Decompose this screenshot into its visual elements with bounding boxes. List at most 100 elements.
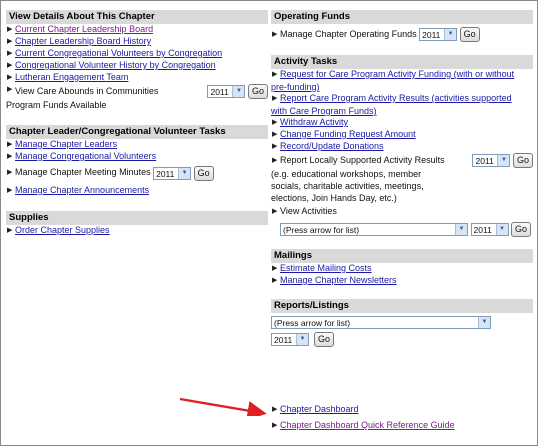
list-item-continued: pre-funding) [271, 81, 533, 93]
chapter-dashboard-link[interactable]: Chapter Dashboard [280, 404, 359, 414]
list-item: ▶ Manage Congregational Volunteers [6, 151, 268, 163]
current-volunteers-link[interactable]: Current Congregational Volunteers by Con… [15, 48, 222, 58]
triangle-right-icon: ▶ [272, 143, 278, 150]
triangle-right-icon: ▶ [272, 95, 278, 102]
volunteer-history-link[interactable]: Congregational Volunteer History by Cong… [15, 60, 216, 70]
triangle-right-icon: ▶ [7, 86, 13, 93]
list-item: ▶ Manage Chapter Leaders [6, 139, 268, 151]
chevron-down-icon: ▼ [497, 155, 510, 166]
triangle-right-icon: ▶ [272, 422, 278, 429]
chevron-down-icon: ▼ [495, 224, 508, 235]
reports-header: Reports/Listings [271, 299, 533, 313]
view-details-header: View Details About This Chapter [6, 10, 268, 24]
minutes-row: ▶ Manage Chapter Meeting Minutes 2011 ▼ G… [6, 165, 268, 181]
view-activities-go-button[interactable]: Go [511, 222, 532, 237]
view-activities-select[interactable]: (Press arrow for list) ▼ [280, 223, 468, 236]
care-abounds-go-button[interactable]: Go [247, 84, 268, 99]
manage-announcements-link[interactable]: Manage Chapter Announcements [15, 185, 149, 195]
view-activities-year-value: 2011 [473, 225, 492, 235]
manage-leaders-link[interactable]: Manage Chapter Leaders [15, 139, 117, 149]
list-item: ▶ Chapter Leadership Board History [6, 36, 268, 48]
report-results-link[interactable]: Report Care Program Activity Results (ac… [280, 93, 512, 103]
list-item: ▶ Lutheran Engagement Team [6, 72, 268, 84]
reports-year-value: 2011 [274, 335, 293, 345]
chevron-down-icon: ▼ [478, 317, 490, 328]
leadership-board-history-link[interactable]: Chapter Leadership Board History [15, 36, 151, 46]
triangle-right-icon: ▶ [7, 26, 13, 33]
care-abounds-row: ▶ View Care Abounds in Communities 2011 ▼… [6, 84, 268, 99]
list-item: ▶ Request for Care Program Activity Fundi… [271, 69, 533, 81]
manage-volunteers-link[interactable]: Manage Congregational Volunteers [15, 151, 156, 161]
list-item: ▶ Record/Update Donations [271, 141, 533, 153]
list-item: ▶ Current Congregational Volunteers by Co… [6, 48, 268, 60]
operating-funds-year-select[interactable]: 2011 ▼ [419, 28, 458, 41]
dashboard-links: ▶ Chapter Dashboard ▶ Chapter Dashboard Qu… [271, 404, 533, 432]
triangle-right-icon: ▶ [272, 208, 278, 215]
care-abounds-year-select[interactable]: 2011 ▼ [207, 85, 246, 98]
request-funding-link[interactable]: Request for Care Program Activity Fundin… [280, 69, 514, 79]
triangle-right-icon: ▶ [7, 169, 13, 176]
left-column: View Details About This Chapter ▶ Current… [6, 10, 268, 244]
reports-year-select[interactable]: 2011 ▼ [271, 333, 309, 346]
request-funding-link-cont[interactable]: pre-funding) [271, 82, 320, 92]
list-item: ▶ Current Chapter Leadership Board [6, 24, 268, 36]
withdraw-activity-link[interactable]: Withdraw Activity [280, 117, 348, 127]
local-results-go-button[interactable]: Go [512, 153, 533, 168]
triangle-right-icon: ▶ [7, 50, 13, 57]
local-results-label: Report Locally Supported Activity Result… [280, 154, 445, 165]
list-item: ▶ Manage Chapter Newsletters [271, 275, 533, 287]
minutes-go-button[interactable]: Go [193, 165, 214, 181]
estimate-mailing-link[interactable]: Estimate Mailing Costs [280, 263, 372, 273]
manage-newsletters-link[interactable]: Manage Chapter Newsletters [280, 275, 397, 285]
reports-select-value: (Press arrow for list) [274, 318, 351, 328]
report-results-link-cont[interactable]: with Care Program Funds) [271, 106, 377, 116]
reports-go-button[interactable]: Go [314, 332, 335, 347]
engagement-team-link[interactable]: Lutheran Engagement Team [15, 72, 128, 82]
mailings-header: Mailings [271, 249, 533, 263]
triangle-right-icon: ▶ [272, 119, 278, 126]
operating-funds-go-button[interactable]: Go [459, 27, 480, 42]
triangle-right-icon: ▶ [272, 71, 278, 78]
triangle-right-icon: ▶ [7, 38, 13, 45]
operating-funds-year-value: 2011 [422, 30, 441, 40]
list-item: ▶ Change Funding Request Amount [271, 129, 533, 141]
chevron-down-icon: ▼ [455, 224, 467, 235]
current-leadership-board-link[interactable]: Current Chapter Leadership Board [15, 24, 153, 34]
care-abounds-label: View Care Abounds in Communities [15, 85, 159, 96]
order-supplies-link[interactable]: Order Chapter Supplies [15, 225, 110, 235]
leader-tasks-section: Chapter Leader/Congregational Volunteer … [6, 125, 268, 197]
reports-section: Reports/Listings (Press arrow for list) ▼… [271, 299, 533, 347]
local-results-desc-3: elections, Join Hands Day, etc.) [271, 193, 397, 203]
red-arrow-icon [179, 397, 267, 416]
minutes-year-value: 2011 [156, 168, 175, 179]
list-item: ▶ Manage Chapter Announcements [6, 185, 268, 197]
list-item: ▶ Report Care Program Activity Results (a… [271, 93, 533, 105]
reports-year-row: 2011 ▼ Go [271, 332, 533, 347]
list-item: ▶ Congregational Volunteer History by Con… [6, 60, 268, 72]
triangle-right-icon: ▶ [7, 153, 13, 160]
triangle-right-icon: ▶ [7, 74, 13, 81]
minutes-year-select[interactable]: 2011 ▼ [153, 166, 192, 180]
list-item: ▶ Estimate Mailing Costs [271, 263, 533, 275]
triangle-right-icon: ▶ [272, 131, 278, 138]
care-abounds-year-value: 2011 [210, 87, 229, 97]
change-funding-link[interactable]: Change Funding Request Amount [280, 129, 416, 139]
reports-select[interactable]: (Press arrow for list) ▼ [271, 316, 491, 329]
view-activities-year-select[interactable]: 2011 ▼ [470, 223, 509, 236]
care-abounds-label-2: Program Funds Available [6, 100, 107, 110]
local-results-year-select[interactable]: 2011 ▼ [472, 154, 511, 167]
local-results-desc-2: socials, charitable activities, meetings… [271, 181, 424, 191]
triangle-right-icon: ▶ [272, 157, 278, 164]
supplies-header: Supplies [6, 211, 268, 225]
operating-funds-label: Manage Chapter Operating Funds [280, 28, 417, 39]
chevron-down-icon: ▼ [232, 86, 245, 97]
right-column: Operating Funds ▶ Manage Chapter Operati… [271, 10, 533, 430]
list-item: ▶ View Activities [271, 206, 533, 218]
view-details-section: View Details About This Chapter ▶ Current… [6, 10, 268, 111]
record-donations-link[interactable]: Record/Update Donations [280, 141, 384, 151]
dashboard-guide-link[interactable]: Chapter Dashboard Quick Reference Guide [280, 420, 455, 430]
operating-funds-header: Operating Funds [271, 10, 533, 24]
minutes-label: Manage Chapter Meeting Minutes [15, 167, 151, 178]
triangle-right-icon: ▶ [272, 31, 278, 38]
triangle-right-icon: ▶ [7, 62, 13, 69]
